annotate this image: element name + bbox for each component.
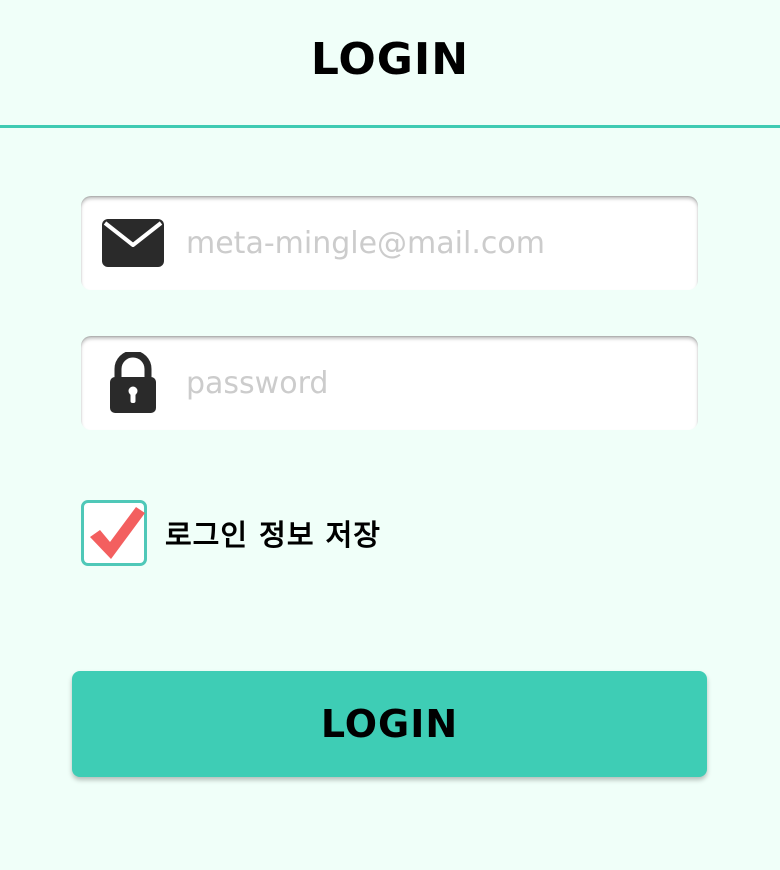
- login-button[interactable]: LOGIN: [72, 671, 707, 777]
- envelope-icon: [101, 196, 165, 290]
- header: LOGIN: [0, 0, 780, 128]
- email-input[interactable]: [186, 196, 676, 290]
- checkmark-icon: [90, 507, 145, 559]
- remember-checkbox[interactable]: [81, 500, 147, 566]
- password-field[interactable]: [81, 336, 698, 430]
- email-field[interactable]: [81, 196, 698, 290]
- remember-label: 로그인 정보 저장: [165, 518, 381, 552]
- remember-login-option[interactable]: 로그인 정보 저장: [81, 500, 381, 566]
- password-input[interactable]: [186, 336, 676, 430]
- lock-icon: [101, 336, 165, 430]
- page-title: LOGIN: [310, 34, 470, 85]
